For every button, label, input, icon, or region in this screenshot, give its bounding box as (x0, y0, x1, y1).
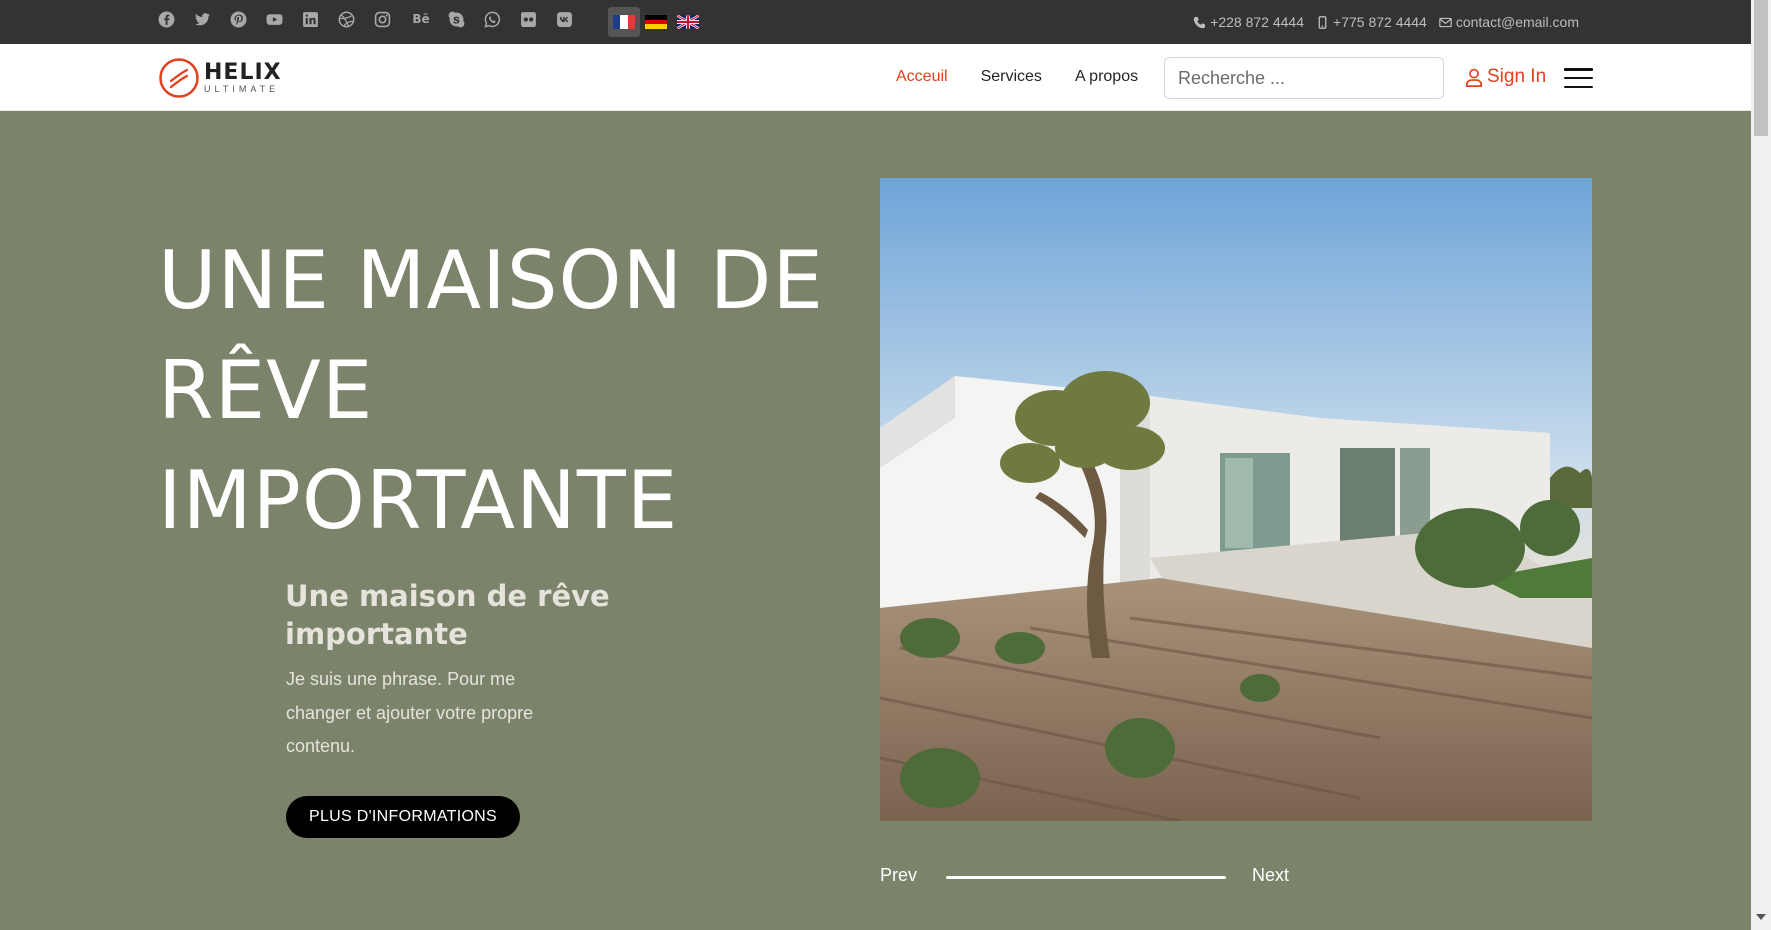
pinterest-icon[interactable] (229, 10, 247, 28)
sign-in-button[interactable]: Sign In (1465, 44, 1546, 110)
logo[interactable]: HELIX ULTIMATE (158, 57, 282, 99)
more-info-button[interactable]: PLUS D'INFORMATIONS (286, 796, 520, 838)
hero-subtitle: Une maison de rêve importante (285, 579, 610, 651)
contact-info: +228 872 4444 +775 872 4444 contact@emai… (1181, 0, 1579, 44)
phone-number: +228 872 4444 (1210, 14, 1305, 30)
language-de[interactable] (640, 7, 672, 37)
youtube-icon[interactable] (265, 10, 283, 28)
page-scrollbar[interactable] (1751, 0, 1771, 930)
slider-nav: Prev Next (880, 860, 1292, 890)
envelope-icon (1439, 17, 1452, 27)
instagram-icon[interactable] (373, 10, 391, 28)
flag-fr-icon (613, 15, 635, 29)
nav-item-a-propos[interactable]: A propos (1075, 68, 1138, 86)
language-switcher (608, 7, 704, 37)
flag-uk-icon (677, 15, 699, 29)
skype-icon[interactable] (447, 10, 465, 28)
email-address: contact@email.com (1455, 14, 1579, 30)
facebook-icon[interactable] (157, 10, 175, 28)
scroll-down-arrow-icon[interactable] (1756, 914, 1766, 920)
mobile-number: +775 872 4444 (1333, 14, 1427, 30)
top-bar: Bē +228 872 4444 +775 872 4444 contact@e… (0, 0, 1751, 44)
slider-progress[interactable] (946, 876, 1226, 879)
mobile-contact[interactable]: +775 872 4444 (1316, 14, 1427, 30)
nav-item-services[interactable]: Services (981, 68, 1042, 86)
main-nav: Acceuil Services A propos (896, 44, 1171, 110)
flickr-icon[interactable] (519, 10, 537, 28)
twitter-icon[interactable] (193, 10, 211, 28)
linkedin-icon[interactable] (301, 10, 319, 28)
user-icon (1465, 68, 1483, 87)
hero-title: UNE MAISON DE RÊVE IMPORTANTE (158, 234, 824, 547)
language-fr[interactable] (608, 7, 640, 37)
hero-house-image (880, 178, 1592, 821)
logo-tagline: ULTIMATE (204, 84, 280, 94)
menu-hamburger-icon[interactable] (1564, 68, 1593, 88)
language-en[interactable] (672, 7, 704, 37)
behance-icon[interactable]: Bē (409, 10, 433, 28)
next-button[interactable]: Next (1252, 865, 1289, 886)
email-contact[interactable]: contact@email.com (1439, 14, 1579, 30)
phone-icon (1194, 16, 1206, 28)
vk-icon[interactable] (555, 10, 573, 28)
sign-in-label: Sign In (1487, 66, 1547, 87)
search-input[interactable] (1164, 57, 1444, 99)
logo-name: HELIX (204, 60, 282, 85)
phone-contact[interactable]: +228 872 4444 (1193, 14, 1304, 30)
dribbble-icon[interactable] (337, 10, 355, 28)
nav-item-acceuil[interactable]: Acceuil (896, 68, 948, 86)
mobile-icon (1318, 15, 1327, 29)
flag-de-icon (645, 15, 667, 30)
scrollbar-thumb[interactable] (1754, 0, 1768, 136)
main-header: HELIX ULTIMATE Acceuil Services A propos… (0, 44, 1751, 111)
logo-text: HELIX ULTIMATE (204, 62, 282, 94)
helix-logo-icon (159, 58, 199, 98)
whatsapp-icon[interactable] (483, 10, 501, 28)
hero-description: Je suis une phrase. Pour me changer et a… (286, 669, 534, 756)
social-links: Bē (157, 10, 591, 28)
prev-button[interactable]: Prev (880, 865, 917, 886)
